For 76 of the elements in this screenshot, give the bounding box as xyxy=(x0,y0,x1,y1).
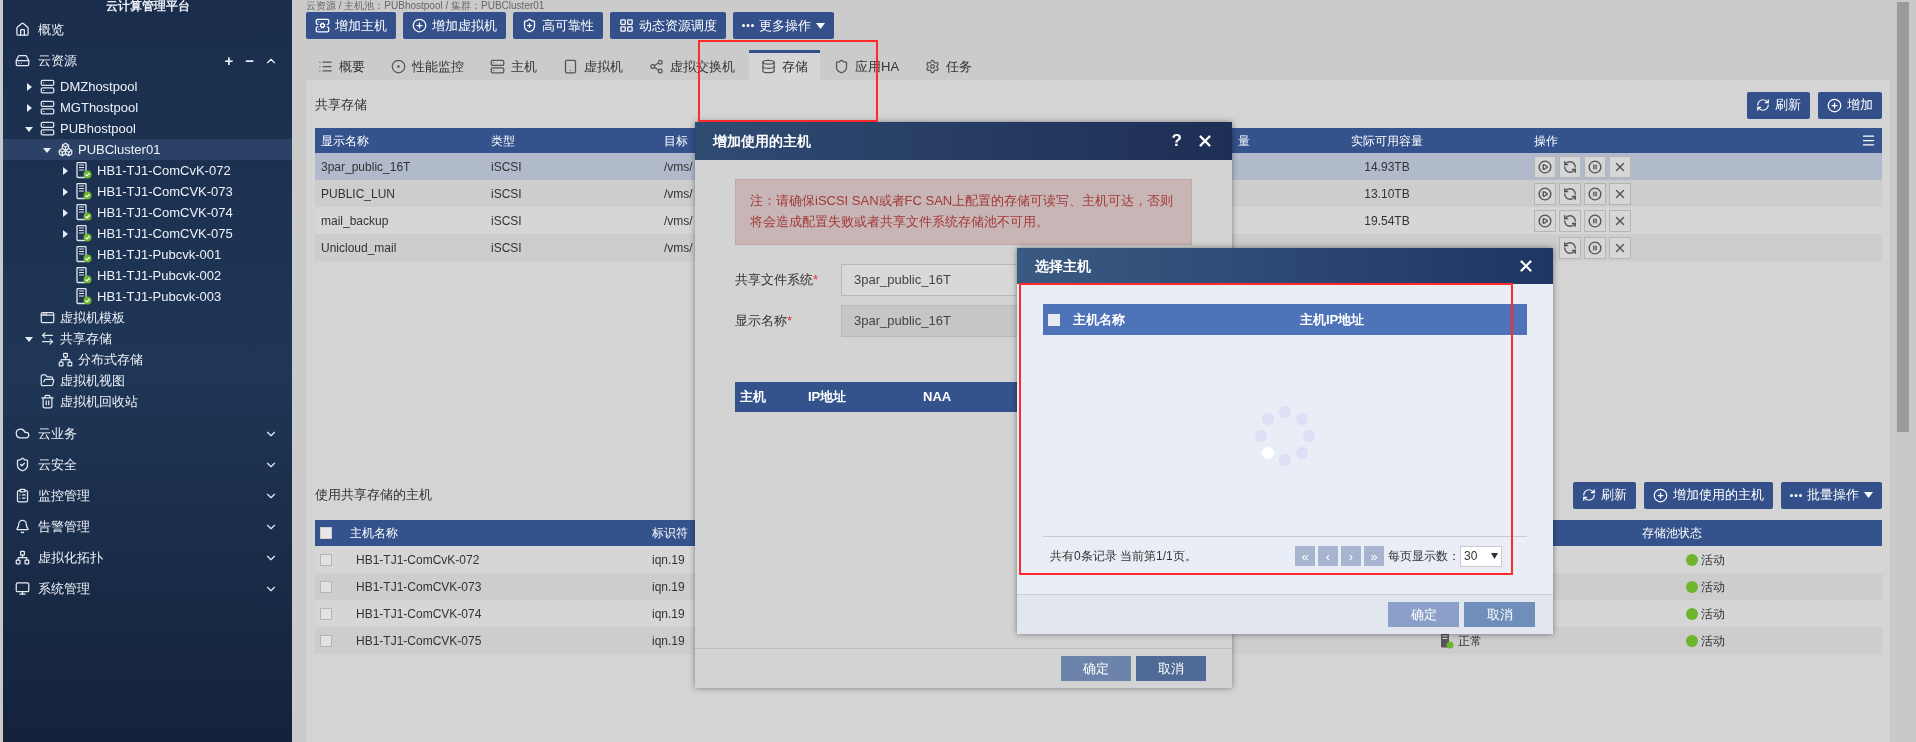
table-cell-text: 活动 xyxy=(1701,632,1725,650)
tree-item-label: 虚拟机视图 xyxy=(60,371,125,390)
tree-item-label: HB1-TJ1-ComCVK-073 xyxy=(97,182,233,201)
column-header: 主机名称 xyxy=(1073,311,1125,327)
table-cell-text: mail_backup xyxy=(321,212,389,230)
column-header: 实际可用容量 xyxy=(1351,132,1423,150)
section-title: 共享存储 xyxy=(315,96,367,115)
sidebar-item-label: 云业务 xyxy=(38,424,78,443)
tree-item-label: 虚拟机回收站 xyxy=(60,392,138,411)
warning-notice: 注：请确保iSCSI SAN或者FC SAN上配置的存储可读写、主机可达，否则将会造成配置失败或者共享文件系统存储池不可用。 xyxy=(735,179,1192,245)
field-label: 共享文件系统* xyxy=(735,271,820,290)
tree-item-label: HB1-TJ1-ComCVK-074 xyxy=(97,203,233,222)
section-title: 使用共享存储的主机 xyxy=(315,486,432,505)
table-cell-text: 3par_public_16T xyxy=(321,158,411,176)
sidebar-item-label: 云安全 xyxy=(38,455,78,474)
column-header: 显示名称 xyxy=(321,132,369,150)
table-cell-text: HB1-TJ1-ComCVK-073 xyxy=(356,578,482,596)
table-cell-text: 正常 xyxy=(1458,632,1482,650)
table-cell-text: iSCSI xyxy=(491,158,522,176)
table-cell-text: 13.10TB xyxy=(1364,185,1410,203)
column-header: 标识符 xyxy=(652,525,688,542)
table-cell-text: 活动 xyxy=(1701,605,1725,623)
table-cell-text: PUBLIC_LUN xyxy=(321,185,396,203)
tree-item-label: HB1-TJ1-Pubcvk-003 xyxy=(97,287,222,306)
table-cell-text: iSCSI xyxy=(491,212,522,230)
table-cell-text: /vms/ xyxy=(664,158,693,176)
column-header: 存储池状态 xyxy=(1642,525,1702,542)
tree-item-label: 虚拟机模板 xyxy=(60,308,125,327)
table-cell-text: 19.54TB xyxy=(1364,212,1410,230)
column-header: 量 xyxy=(1238,132,1250,150)
tree-item-label: HB1-TJ1-Pubcvk-002 xyxy=(97,266,222,285)
table-cell-text: 活动 xyxy=(1701,551,1725,569)
table-cell-text: Unicloud_mail xyxy=(321,239,397,257)
page-size-label: 每页显示数： xyxy=(1388,548,1460,565)
tree-item-label: 分布式存储 xyxy=(78,350,143,369)
tree-item-label: MGThostpool xyxy=(60,98,139,117)
sidebar-item-label: 系统管理 xyxy=(38,579,91,598)
tree-item-label: HB1-TJ1-ComCvK-072 xyxy=(97,161,231,180)
table-cell-text: iqn.19 xyxy=(652,632,685,650)
sidebar-item-label: 云资源 xyxy=(38,51,78,70)
column-header: 类型 xyxy=(491,132,515,150)
column-header: 主机名称 xyxy=(350,525,398,542)
sidebar-item-label: 监控管理 xyxy=(38,486,91,505)
table-cell-text: HB1-TJ1-ComCVK-075 xyxy=(356,632,482,650)
table-cell-text: 14.93TB xyxy=(1364,158,1410,176)
field-label: 显示名称* xyxy=(735,312,794,331)
column-header: 目标 xyxy=(664,132,688,150)
table-cell-text: iqn.19 xyxy=(652,578,685,596)
table-cell-text: /vms/ xyxy=(664,185,693,203)
table-cell-text: iqn.19 xyxy=(652,605,685,623)
column-header: 操作 xyxy=(1534,132,1558,150)
table-cell-text: HB1-TJ1-ComCVK-074 xyxy=(356,605,482,623)
tree-item-label: 共享存储 xyxy=(60,329,112,348)
tree-item-label: DMZhostpool xyxy=(60,77,138,96)
table-cell-text: iSCSI xyxy=(491,185,522,203)
dialog-title: 增加使用的主机 xyxy=(713,131,812,151)
sidebar-item-label: 虚拟化拓扑 xyxy=(38,548,104,567)
table-cell-text: iqn.19 xyxy=(652,551,685,569)
app-title: 云计算管理平台 xyxy=(105,0,190,13)
column-header: 主机 xyxy=(740,389,766,405)
column-header: 主机IP地址 xyxy=(1300,310,1365,329)
tree-item-label: PUBhostpool xyxy=(60,119,136,138)
table-cell-text: iSCSI xyxy=(491,239,522,257)
column-header: NAA xyxy=(923,389,952,405)
sidebar-item-label: 概览 xyxy=(38,20,65,39)
tree-item-label: HB1-TJ1-Pubcvk-001 xyxy=(97,245,222,264)
breadcrumb: 云资源 / 主机池：PUBhostpool / 集群：PUBCluster01 xyxy=(306,0,545,11)
table-cell-text: /vms/ xyxy=(664,212,693,230)
table-cell-text: 活动 xyxy=(1701,578,1725,596)
column-header: IP地址 xyxy=(808,389,847,405)
table-cell-text: HB1-TJ1-ComCvK-072 xyxy=(356,551,480,569)
tree-item-label: PUBCluster01 xyxy=(78,140,161,159)
table-cell-text: /vms/ xyxy=(664,239,693,257)
tree-item-label: HB1-TJ1-ComCVK-075 xyxy=(97,224,233,243)
sidebar-item-label: 告警管理 xyxy=(38,517,91,536)
record-summary: 共有0条记录 当前第1/1页。 xyxy=(1049,548,1198,565)
